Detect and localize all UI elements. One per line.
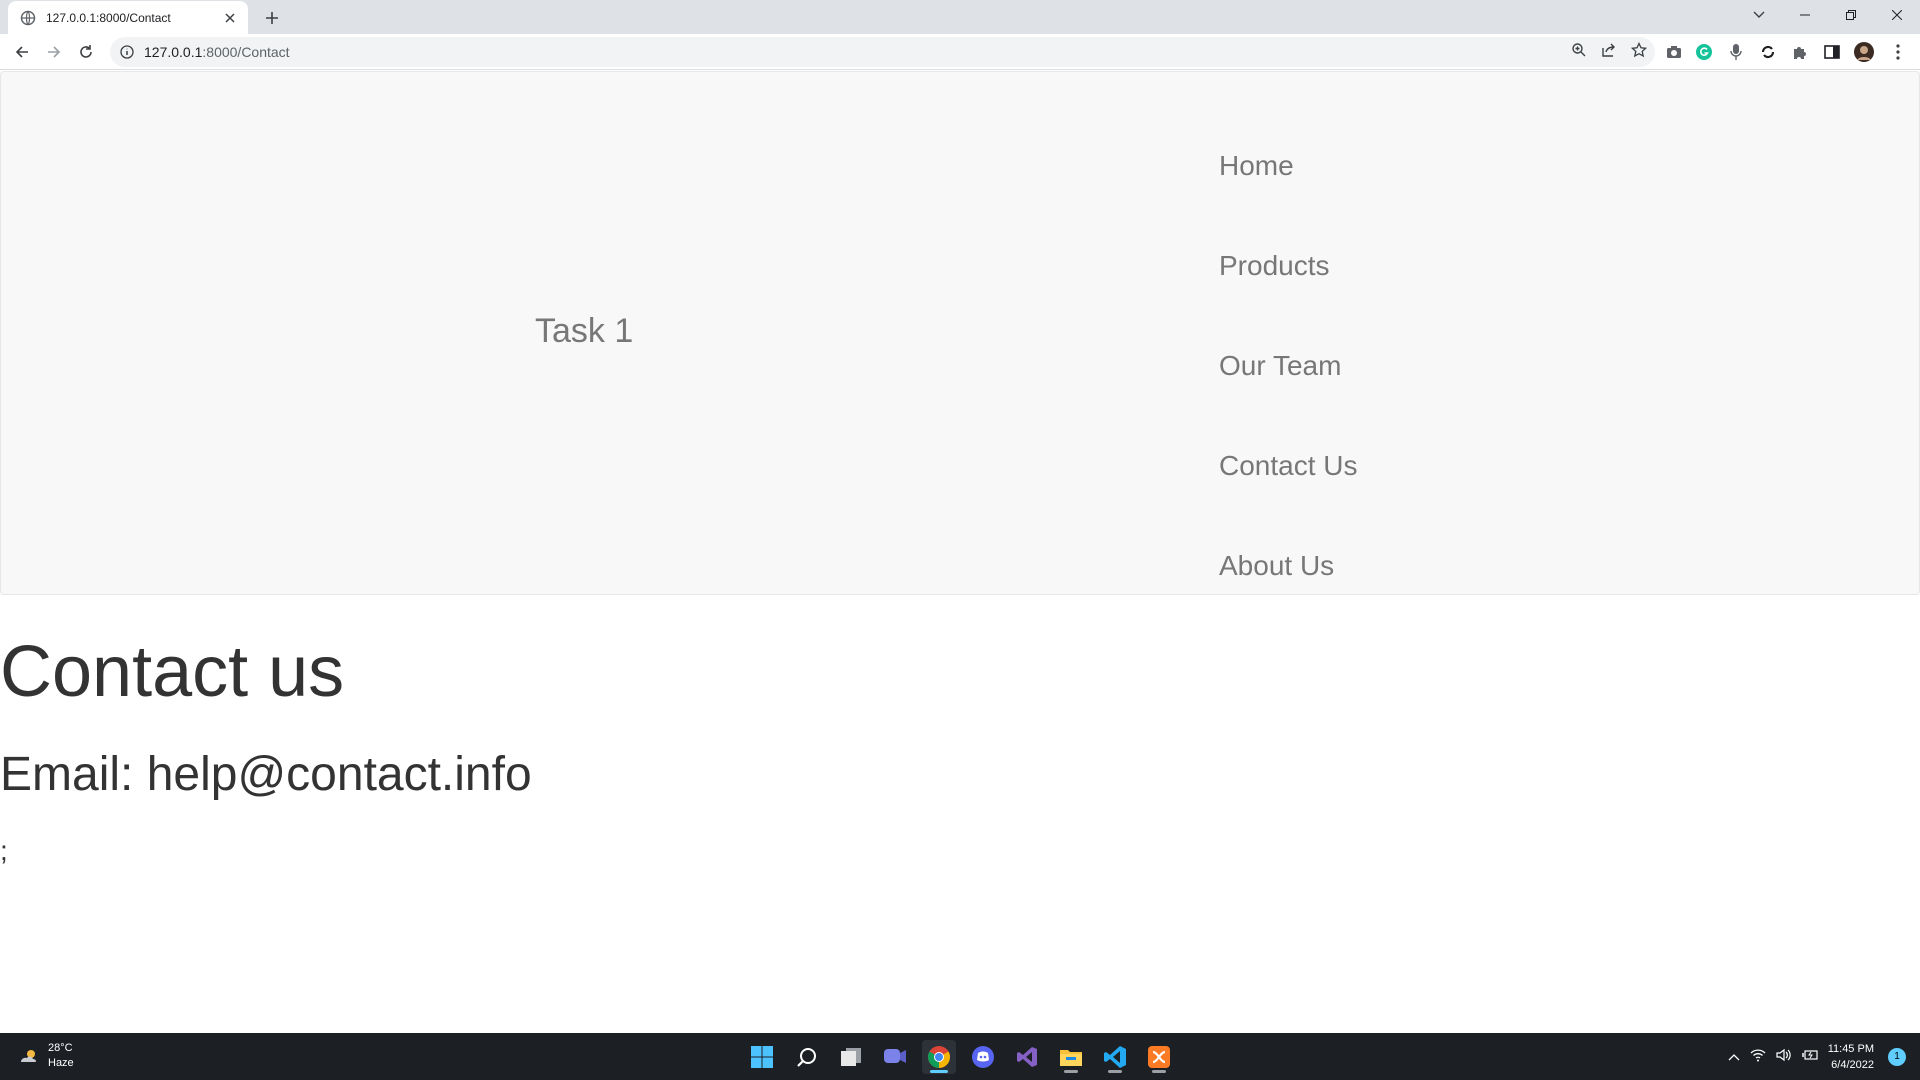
mic-icon[interactable] — [1724, 40, 1748, 64]
minimize-button[interactable] — [1782, 0, 1828, 30]
sidepanel-icon[interactable] — [1820, 40, 1844, 64]
chevron-down-icon — [1753, 11, 1765, 18]
nav-link-about-us[interactable]: About Us — [1219, 550, 1334, 582]
system-tray: 11:45 PM 6/4/2022 1 — [1728, 1033, 1920, 1080]
vscode-icon[interactable] — [1098, 1040, 1132, 1074]
discord-icon[interactable] — [966, 1040, 1000, 1074]
system-clock[interactable]: 11:45 PM 6/4/2022 — [1828, 1041, 1874, 1073]
reload-icon — [80, 45, 92, 58]
forward-button[interactable] — [40, 38, 68, 66]
minimize-icon — [1800, 14, 1810, 16]
nav-item-contact-us: Contact Us — [1219, 416, 1358, 516]
page-title: Contact us — [0, 632, 345, 712]
forward-arrow-icon — [48, 46, 61, 58]
window-close-button[interactable] — [1874, 0, 1920, 30]
running-indicator — [1064, 1070, 1078, 1073]
running-indicator — [1108, 1070, 1122, 1073]
reload-button[interactable] — [72, 38, 100, 66]
weather-widget[interactable]: 28°C Haze — [18, 1041, 74, 1071]
stray-text: ; — [0, 835, 8, 866]
profile-avatar[interactable] — [1852, 40, 1876, 64]
camera-icon[interactable] — [1662, 40, 1686, 64]
teams-chat-icon[interactable] — [878, 1040, 912, 1074]
contact-email: Email: help@contact.info — [0, 748, 532, 801]
puzzle-icon[interactable] — [1788, 40, 1812, 64]
nav-link-home[interactable]: Home — [1219, 150, 1294, 182]
weather-temp: 28°C — [48, 1042, 73, 1054]
site-navbar: Task 1 Home Products Our Team Contact Us… — [0, 71, 1920, 595]
url-host: 127.0.0.1 — [144, 44, 203, 60]
nav-item-products: Products — [1219, 216, 1358, 316]
running-indicator — [1152, 1070, 1166, 1073]
globe-icon — [20, 10, 36, 26]
tray-icons — [1728, 1048, 1818, 1065]
back-arrow-icon — [15, 46, 28, 58]
nav-item-our-team: Our Team — [1219, 316, 1358, 416]
restore-button[interactable] — [1828, 0, 1874, 30]
nav-link-our-team[interactable]: Our Team — [1219, 350, 1341, 382]
plus-icon — [266, 12, 278, 24]
back-button[interactable] — [8, 38, 36, 66]
star-icon[interactable] — [1630, 41, 1648, 63]
visual-studio-icon[interactable] — [1010, 1040, 1044, 1074]
url-path: :8000/Contact — [202, 44, 290, 60]
navbar-brand[interactable]: Task 1 — [535, 312, 633, 351]
sync-icon[interactable] — [1756, 40, 1780, 64]
windows-taskbar: 28°C Haze 11:45 PM 6/4/2022 1 — [0, 1033, 1920, 1080]
weather-desc: Haze — [48, 1057, 74, 1069]
volume-icon[interactable] — [1776, 1048, 1792, 1065]
task-view-icon[interactable] — [834, 1040, 868, 1074]
active-app-indicator — [930, 1070, 948, 1073]
close-icon — [1892, 10, 1902, 20]
nav-item-home: Home — [1219, 116, 1358, 216]
nav-link-contact-us[interactable]: Contact Us — [1219, 450, 1358, 482]
wifi-icon[interactable] — [1750, 1048, 1766, 1065]
kebab-menu-icon[interactable] — [1886, 40, 1910, 64]
file-explorer-icon[interactable] — [1054, 1040, 1088, 1074]
zoom-icon[interactable] — [1571, 42, 1587, 63]
haze-weather-icon — [21, 1050, 37, 1062]
chevron-up-icon[interactable] — [1728, 1049, 1740, 1064]
grammarly-icon[interactable] — [1692, 40, 1716, 64]
url-text: 127.0.0.1:8000/Contact — [144, 44, 290, 60]
address-bar[interactable]: 127.0.0.1:8000/Contact — [110, 37, 1655, 67]
nav-list: Home Products Our Team Contact Us About … — [1219, 116, 1358, 616]
browser-toolbar: 127.0.0.1:8000/Contact — [0, 34, 1920, 70]
close-icon[interactable] — [222, 10, 238, 26]
battery-icon[interactable] — [1801, 1049, 1818, 1064]
web-page: Task 1 Home Products Our Team Contact Us… — [0, 71, 1920, 1033]
windows-start-icon[interactable] — [745, 1040, 779, 1074]
chrome-icon[interactable] — [922, 1040, 956, 1074]
tab-strip: 127.0.0.1:8000/Contact — [0, 0, 1920, 34]
notification-badge[interactable]: 1 — [1888, 1047, 1906, 1066]
clock-time: 11:45 PM — [1827, 1042, 1874, 1055]
clock-date: 6/4/2022 — [1831, 1058, 1874, 1071]
nav-link-products[interactable]: Products — [1219, 250, 1330, 282]
tab-search-button[interactable] — [1736, 0, 1782, 30]
search-icon[interactable] — [790, 1040, 824, 1074]
nav-item-about-us: About Us — [1219, 516, 1358, 616]
tab-title: 127.0.0.1:8000/Contact — [46, 10, 171, 25]
info-icon[interactable] — [118, 43, 136, 61]
restore-icon — [1846, 10, 1856, 20]
new-tab-button[interactable] — [258, 4, 286, 32]
share-icon[interactable] — [1601, 42, 1617, 63]
browser-tab[interactable]: 127.0.0.1:8000/Contact — [8, 1, 248, 34]
xampp-icon[interactable] — [1142, 1040, 1176, 1074]
